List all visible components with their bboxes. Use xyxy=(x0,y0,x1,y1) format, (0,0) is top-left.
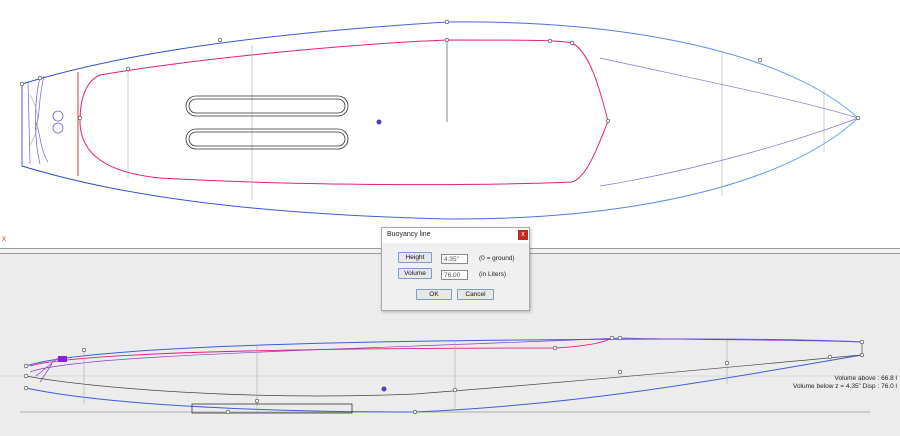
volume-button[interactable]: Volume xyxy=(398,268,432,279)
volume-field[interactable]: 76.00 xyxy=(441,270,468,280)
center-of-mass-dot xyxy=(381,386,387,392)
tail-lines xyxy=(21,75,49,166)
tail-handle xyxy=(58,356,67,362)
board-outline xyxy=(21,21,859,220)
handle-slot xyxy=(188,131,346,147)
dialog-title-bar[interactable]: Buoyancy line x xyxy=(382,228,529,243)
rail-line-purple xyxy=(29,337,863,373)
center-of-mass-dot xyxy=(376,119,382,125)
rail-line xyxy=(599,57,860,187)
height-field[interactable]: 4.35" xyxy=(441,254,468,264)
ok-button[interactable]: OK xyxy=(416,289,452,300)
stringer-line xyxy=(25,354,863,397)
control-points xyxy=(19,19,861,124)
profile-control-points xyxy=(23,335,865,415)
close-icon[interactable]: x xyxy=(518,230,528,240)
dialog-title: Buoyancy line xyxy=(387,231,431,238)
bottom-line xyxy=(25,354,863,413)
deck-pad-outline xyxy=(79,39,609,186)
volume-below-readout: Volume below z = 4.35" Disp : 76.0 l xyxy=(792,383,897,390)
volume-hint: (in Liters) xyxy=(479,271,507,278)
buoyancy-line-dialog: Buoyancy line x Height 4.35" (0 = ground… xyxy=(381,227,530,311)
axis-marker: x xyxy=(2,234,6,243)
height-button[interactable]: Height xyxy=(398,252,432,263)
fin-plug xyxy=(52,122,64,134)
fin-plug xyxy=(52,110,64,122)
plan-view-canvas[interactable]: x xyxy=(0,0,900,248)
handle-slot xyxy=(188,98,346,114)
volume-above-readout: Volume above : 66.8 l xyxy=(834,375,897,382)
deck-line xyxy=(25,338,863,367)
board-outline-drawing xyxy=(19,19,861,220)
cancel-button[interactable]: Cancel xyxy=(457,289,494,300)
height-hint: (0 = ground) xyxy=(479,255,515,262)
